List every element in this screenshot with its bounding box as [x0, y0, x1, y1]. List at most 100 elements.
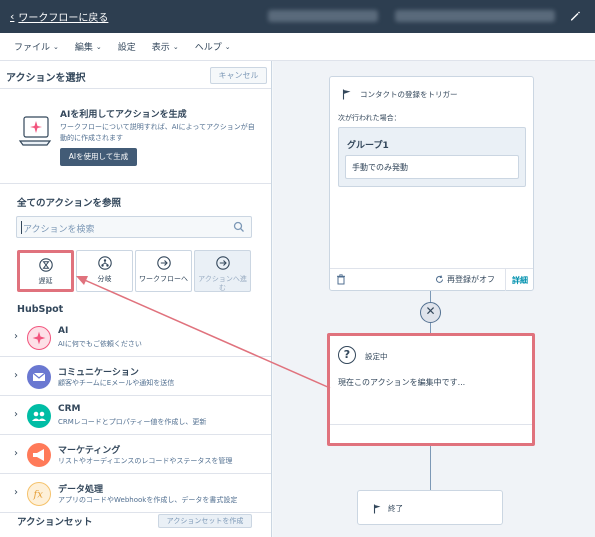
action-picker-panel: アクションを選択 キャンセル AIを利用してアクションを生成 ワークフローについ…: [0, 61, 272, 537]
category-marketing[interactable]: › マーケティング リストやオーディエンスのレコードやステータスを管理: [0, 436, 271, 474]
category-communication-desc: 顧客やチームにEメールや通知を送信: [58, 379, 175, 387]
hourglass-icon: [38, 258, 53, 272]
branch-tile[interactable]: 分岐: [76, 250, 133, 292]
go-to-action-tile[interactable]: アクションへ進む: [194, 250, 251, 292]
category-marketing-desc: リストやオーディエンスのレコードやステータスを管理: [58, 457, 233, 465]
end-card[interactable]: 終了: [357, 490, 503, 525]
generate-with-ai-button[interactable]: AIを使用して生成: [60, 148, 137, 166]
category-data-ops-name: データ処理: [58, 485, 104, 495]
menu-help-label: ヘルプ: [194, 43, 222, 53]
trigger-footer: 再登録がオフ 詳細: [330, 268, 533, 291]
delay-tile[interactable]: 遅延: [17, 250, 74, 292]
footer-divider: [505, 269, 506, 291]
search-placeholder: アクションを検索: [23, 225, 95, 235]
chevron-right-icon: ›: [14, 331, 18, 342]
chevron-right-icon: ›: [14, 448, 18, 459]
arrow-circle-icon: [156, 256, 171, 270]
laptop-sparkle-icon: [18, 116, 52, 146]
close-icon[interactable]: ✕: [420, 302, 441, 323]
trigger-card[interactable]: コンタクトの登録をトリガー 次が行われた場合： グループ1 手動でのみ発動 再登…: [329, 76, 534, 291]
quick-action-tiles: 遅延 分岐 ワークフローへ アクションへ進む: [17, 250, 251, 292]
sparkle-icon: [27, 326, 51, 350]
back-link-label: ワークフローに戻る: [18, 13, 109, 24]
trigger-title: コンタクトの登録をトリガー: [360, 90, 458, 99]
ai-title: AIを利用してアクションを生成: [60, 110, 187, 120]
menu-settings-label: 設定: [117, 43, 136, 53]
chevron-down-icon: ⌄: [53, 42, 59, 51]
chevron-down-icon: ⌄: [95, 42, 102, 51]
panel-header: アクションを選択 キャンセル: [0, 61, 271, 89]
trigger-subtitle: 次が行われた場合：: [338, 114, 401, 122]
search-icon: [233, 221, 244, 232]
chevron-right-icon: ›: [14, 409, 18, 420]
action-search-input[interactable]: アクションを検索: [16, 216, 252, 238]
category-crm[interactable]: › CRM CRMレコードとプロパティー値を作成し、更新: [0, 397, 271, 435]
megaphone-icon: [27, 443, 51, 467]
people-icon: [27, 404, 51, 428]
connector-line: [430, 291, 431, 302]
branch-icon: [97, 256, 112, 270]
category-ai-desc: AIに何でもご依頼ください: [58, 340, 142, 348]
top-bar: ‹ ワークフローに戻る: [0, 0, 595, 33]
go-to-workflow-tile-label: ワークフローへ: [139, 275, 188, 283]
group-condition: 手動でのみ発動: [345, 155, 519, 179]
ai-description: ワークフローについて説明すれば、AIによってアクションが自動的に作成されます: [60, 123, 255, 142]
hubspot-section-title: HubSpot: [17, 304, 64, 315]
delay-tile-label: 遅延: [38, 277, 53, 285]
details-link[interactable]: 詳細: [512, 275, 528, 286]
chevron-right-icon: ›: [14, 370, 18, 381]
refresh-icon: [436, 275, 443, 283]
envelope-icon: [27, 365, 51, 389]
editing-title: 設定中: [365, 352, 388, 361]
menu-help[interactable]: ヘルプ ⌄: [194, 40, 231, 54]
flag-icon: [342, 89, 351, 100]
category-ai-name: AI: [58, 326, 69, 336]
chevron-down-icon: ⌄: [224, 42, 231, 51]
cancel-button[interactable]: キャンセル: [210, 67, 267, 84]
reenrollment-toggle[interactable]: 再登録がオフ: [435, 274, 495, 285]
back-to-workflows-link[interactable]: ‹ ワークフローに戻る: [10, 9, 108, 24]
question-icon: ?: [338, 346, 356, 364]
menu-edit[interactable]: 編集 ⌄: [74, 40, 102, 54]
category-data-ops-desc: アプリのコードやWebhookを作成し、データを書式設定: [58, 496, 238, 504]
category-crm-name: CRM: [58, 404, 81, 414]
browse-actions-title: 全てのアクションを参照: [17, 198, 122, 209]
svg-text:fx: fx: [33, 490, 44, 501]
panel-title: アクションを選択: [6, 73, 86, 84]
category-communication[interactable]: › コミュニケーション 顧客やチームにEメールや通知を送信: [0, 358, 271, 396]
flag-icon: [373, 504, 381, 513]
menu-settings[interactable]: 設定: [118, 40, 136, 53]
text-cursor: [21, 221, 22, 234]
category-communication-name: コミュニケーション: [58, 368, 139, 378]
end-label: 終了: [388, 504, 403, 513]
pencil-icon[interactable]: [568, 9, 582, 23]
editing-action-card[interactable]: ? 設定中 現在このアクションを編集中です...: [327, 333, 535, 446]
connector-line: [430, 323, 431, 333]
create-action-set-button[interactable]: アクションセットを作成: [158, 514, 252, 528]
group-name: グループ1: [347, 141, 389, 151]
category-marketing-name: マーケティング: [58, 446, 121, 456]
action-set-title: アクションセット: [17, 517, 93, 528]
trash-icon[interactable]: [336, 274, 346, 285]
menu-edit-label: 編集: [74, 43, 93, 53]
menu-file-label: ファイル: [14, 43, 51, 53]
chevron-left-icon: ‹: [10, 10, 15, 23]
menu-bar: ファイル ⌄ 編集 ⌄ 設定 表示 ⌄ ヘルプ ⌄: [0, 33, 595, 61]
connector-line: [430, 446, 431, 490]
category-ai[interactable]: › AI AIに何でもご依頼ください: [0, 319, 271, 357]
ai-generate-section: AIを利用してアクションを生成 ワークフローについて説明すれば、AIによってアク…: [0, 89, 271, 184]
menu-view[interactable]: 表示 ⌄: [151, 40, 179, 54]
blurred-workflow-info: [395, 10, 555, 22]
chevron-right-icon: ›: [14, 487, 18, 498]
trigger-group: グループ1 手動でのみ発動: [338, 127, 526, 187]
menu-view-label: 表示: [151, 43, 170, 53]
trigger-header: コンタクトの登録をトリガー: [342, 89, 458, 100]
go-to-workflow-tile[interactable]: ワークフローへ: [135, 250, 192, 292]
branch-tile-label: 分岐: [97, 275, 112, 283]
go-to-action-tile-label: アクションへ進む: [198, 275, 247, 292]
category-crm-desc: CRMレコードとプロパティー値を作成し、更新: [58, 418, 207, 426]
function-icon: fx: [27, 482, 51, 506]
menu-file[interactable]: ファイル ⌄: [14, 40, 59, 54]
end-label-row: 終了: [373, 503, 403, 514]
category-data-ops[interactable]: › fx データ処理 アプリのコードやWebhookを作成し、データを書式設定: [0, 475, 271, 513]
